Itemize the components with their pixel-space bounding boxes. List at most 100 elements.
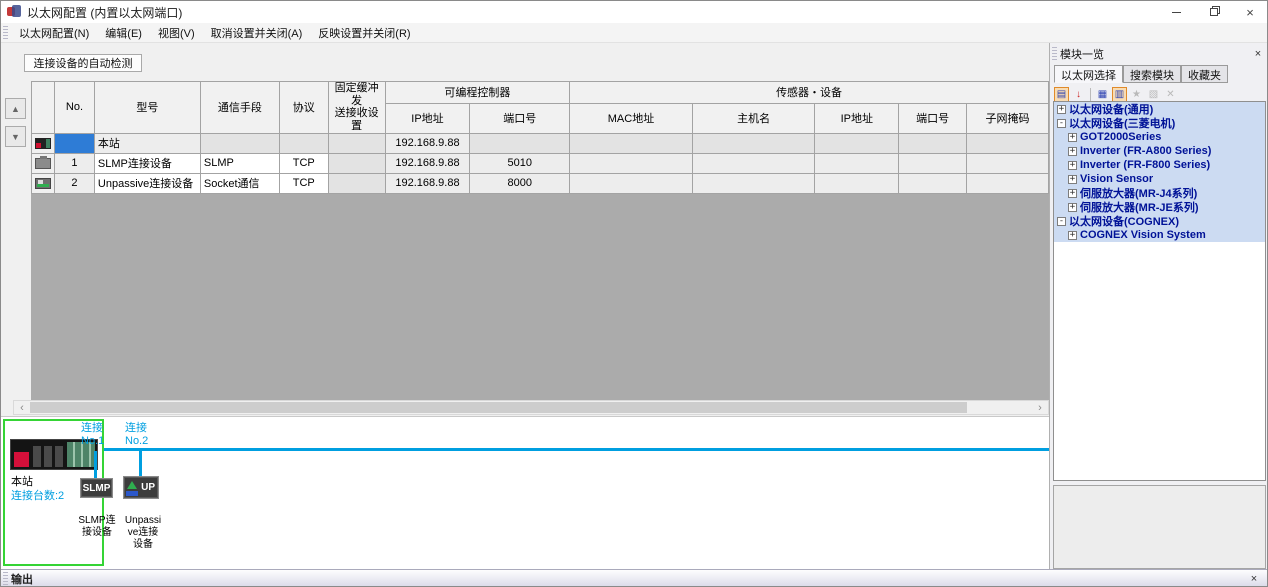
connection2-line [139, 451, 142, 478]
tree-item-inverter-a800[interactable]: +Inverter (FR-A800 Series) [1054, 144, 1265, 158]
cell-port[interactable] [899, 173, 967, 193]
cell-host[interactable] [692, 173, 815, 193]
tree-item-ethernet-cognex[interactable]: -以太网设备(COGNEX) [1054, 214, 1265, 228]
menu-apply-and-close[interactable]: 反映设置并关闭(R) [310, 23, 418, 43]
tree-item-servo-mrj4[interactable]: +伺服放大器(MR-J4系列) [1054, 186, 1265, 200]
cell-plc-ip[interactable]: 192.168.9.88 [385, 173, 470, 193]
tree-item-label: COGNEX Vision System [1080, 229, 1206, 241]
slmp-device-icon [32, 153, 55, 173]
tree-item-ethernet-mitsubishi[interactable]: -以太网设备(三菱电机) [1054, 116, 1265, 130]
favorites-view-icon[interactable]: ▥ [1112, 87, 1127, 102]
expand-icon[interactable]: + [1068, 231, 1077, 240]
favorite-register-icon[interactable]: ▧ [1146, 87, 1161, 102]
collapse-icon[interactable]: - [1057, 217, 1066, 226]
tab-search-module[interactable]: 搜索模块 [1123, 65, 1181, 83]
tab-ethernet-selection[interactable]: 以太网选择 [1054, 65, 1123, 83]
expand-icon[interactable]: + [1068, 189, 1077, 198]
restore-button[interactable] [1197, 1, 1231, 23]
module-detail-pane [1053, 485, 1266, 569]
tree-item-cognex-vision[interactable]: +COGNEX Vision System [1054, 228, 1265, 242]
cell-model[interactable]: Unpassive连接设备 [94, 173, 200, 193]
module-panel-close-icon[interactable]: × [1250, 46, 1266, 62]
tree-item-servo-mrje[interactable]: +伺服放大器(MR-JE系列) [1054, 200, 1265, 214]
cell-protocol[interactable]: TCP [279, 173, 328, 193]
cell-buffer [328, 133, 385, 153]
group-header-sensor: 传感器・设备 [570, 82, 1049, 104]
output-panel-title[interactable]: 输出 [11, 571, 33, 587]
expand-icon[interactable]: + [1057, 105, 1066, 114]
cell-comm[interactable]: SLMP [200, 153, 279, 173]
tree-view-icon[interactable]: ▦ [1095, 87, 1110, 102]
scroll-left-icon[interactable]: ‹ [14, 401, 30, 414]
cell-host[interactable] [692, 153, 815, 173]
slmp-device-node[interactable]: SLMP [80, 478, 113, 498]
up-arrow-icon: ▲ [11, 104, 20, 114]
expand-icon[interactable]: + [1068, 175, 1077, 184]
tree-item-ethernet-generic[interactable]: +以太网设备(通用) [1054, 102, 1265, 116]
auto-detect-button[interactable]: 连接设备的自动检测 [24, 54, 142, 72]
table-row-2: 2 Unpassive连接设备 Socket通信 TCP 192.168.9.8… [32, 173, 1049, 193]
menubar-grip [3, 26, 8, 40]
cell-model[interactable]: 本站 [94, 133, 200, 153]
menu-edit[interactable]: 编辑(E) [97, 23, 150, 43]
tab-favorites[interactable]: 收藏夹 [1181, 65, 1228, 83]
main-area: 连接设备的自动检测 ▲ ▼ No. 型号 通信手段 协议 固定缓冲发 送接收设置… [1, 43, 1049, 569]
tree-item-vision-sensor[interactable]: +Vision Sensor [1054, 172, 1265, 186]
cell-ip[interactable] [815, 173, 899, 193]
module-list-view-icon[interactable]: ▤ [1054, 87, 1069, 102]
col-header-model: 型号 [94, 82, 200, 134]
expand-icon[interactable]: + [1068, 133, 1077, 142]
menu-ethernet-config[interactable]: 以太网配置(N) [11, 23, 97, 43]
scroll-right-icon[interactable]: › [1032, 401, 1048, 414]
cell-no[interactable]: 1 [55, 153, 95, 173]
network-line [104, 448, 1049, 451]
menu-view[interactable]: 视图(V) [150, 23, 203, 43]
module-tree: +以太网设备(通用) -以太网设备(三菱电机) +GOT2000Series +… [1053, 101, 1266, 481]
tree-item-inverter-f800[interactable]: +Inverter (FR-F800 Series) [1054, 158, 1265, 172]
module-panel-header: 模块一览 × [1050, 45, 1268, 63]
group-header-plc: 可编程控制器 [385, 82, 570, 104]
cell-protocol [279, 133, 328, 153]
cell-comm[interactable]: Socket通信 [200, 173, 279, 193]
cell-plc-port[interactable]: 5010 [470, 153, 570, 173]
col-header-ip: IP地址 [815, 103, 899, 133]
expand-icon[interactable]: + [1068, 147, 1077, 156]
expand-icon[interactable]: + [1068, 203, 1077, 212]
scrollbar-thumb[interactable] [30, 402, 967, 413]
tree-item-label: 以太网设备(COGNEX) [1069, 213, 1179, 229]
host-connection-count: 连接台数:2 [11, 487, 64, 503]
cell-mac[interactable] [570, 153, 693, 173]
network-diagram: 本站 连接台数:2 连接 No.1 连接 No.2 SLMP UP SLMP连 … [1, 416, 1049, 569]
col-header-plc-ip: IP地址 [385, 103, 470, 133]
close-button[interactable]: × [1233, 1, 1267, 23]
tree-item-got2000[interactable]: +GOT2000Series [1054, 130, 1265, 144]
title-bar: 以太网配置 (内置以太网端口) × [1, 1, 1268, 23]
expand-icon[interactable]: + [1068, 161, 1077, 170]
cell-ip[interactable] [815, 153, 899, 173]
cell-plc-port[interactable]: 8000 [470, 173, 570, 193]
cell-host [692, 133, 815, 153]
cell-port[interactable] [899, 153, 967, 173]
favorite-add-icon[interactable]: ★ [1129, 87, 1144, 102]
collapse-icon[interactable]: - [1057, 119, 1066, 128]
cell-no-selected[interactable] [55, 133, 95, 153]
favorite-delete-icon[interactable]: ✕ [1163, 87, 1178, 102]
minimize-button[interactable] [1159, 1, 1193, 23]
menu-cancel-and-close[interactable]: 取消设置并关闭(A) [203, 23, 311, 43]
cell-no[interactable]: 2 [55, 173, 95, 193]
cell-mac[interactable] [570, 173, 693, 193]
output-panel-close-icon[interactable]: × [1247, 572, 1261, 586]
table-horizontal-scrollbar[interactable]: ‹ › [13, 400, 1049, 415]
cell-plc-ip[interactable]: 192.168.9.88 [385, 133, 470, 153]
cell-subnet[interactable] [967, 153, 1049, 173]
row-move-down-button[interactable]: ▼ [5, 126, 26, 147]
col-header-comm: 通信手段 [200, 82, 279, 134]
cell-model[interactable]: SLMP连接设备 [94, 153, 200, 173]
sort-descending-icon[interactable]: ↓ [1071, 87, 1086, 102]
row-move-up-button[interactable]: ▲ [5, 98, 26, 119]
cell-plc-ip[interactable]: 192.168.9.88 [385, 153, 470, 173]
col-header-port: 端口号 [899, 103, 967, 133]
cell-protocol[interactable]: TCP [279, 153, 328, 173]
unpassive-device-node[interactable]: UP [123, 476, 159, 499]
cell-subnet[interactable] [967, 173, 1049, 193]
